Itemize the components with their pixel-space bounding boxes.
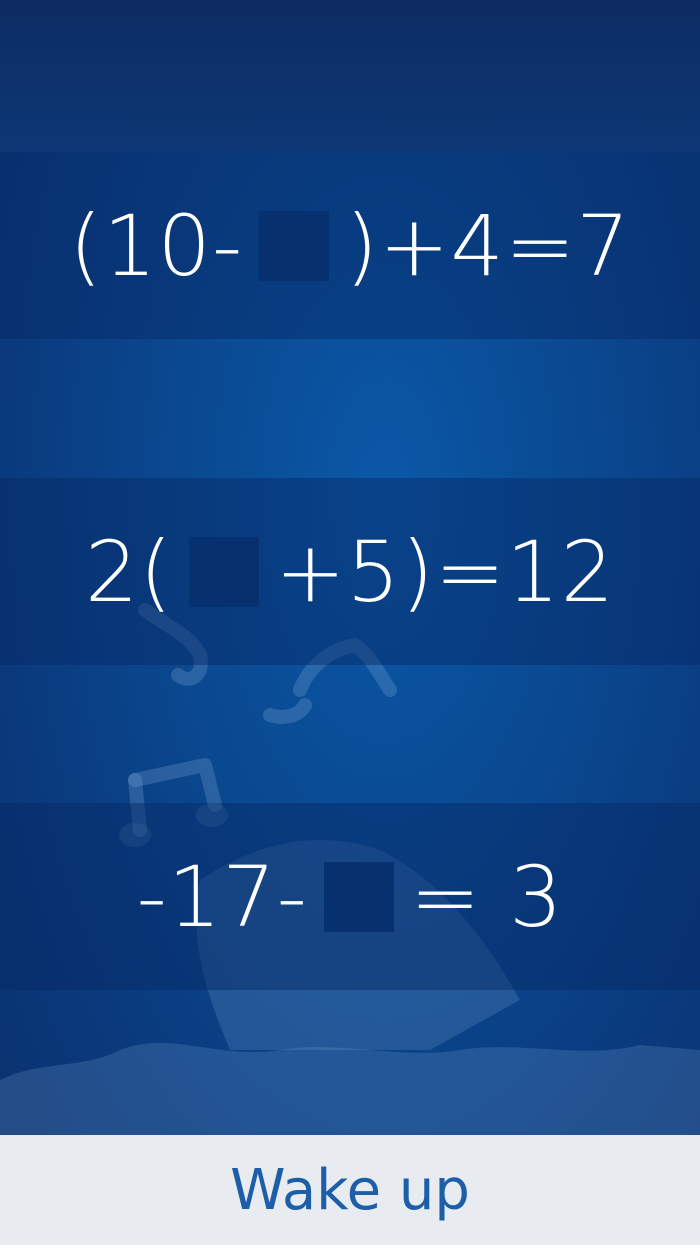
- equation-1-answer-blank[interactable]: [259, 210, 330, 281]
- equation-row-3: -17- = 3: [0, 803, 700, 990]
- alarm-screen: (10- )+4=7 2( +5)=12 -17- = 3 Wake up: [0, 0, 700, 1245]
- equation-3-before: -17-: [136, 847, 308, 946]
- footer-bar: Wake up: [0, 1135, 700, 1245]
- top-strip: [0, 0, 700, 152]
- equation-1-before: (10-: [69, 196, 244, 295]
- equation-3-answer-blank[interactable]: [323, 861, 394, 932]
- equation-3: -17- = 3: [136, 848, 563, 946]
- equation-row-2: 2( +5)=12: [0, 478, 700, 665]
- equation-1-after: )+4=7: [345, 196, 631, 295]
- equation-2-after: +5)=12: [275, 522, 616, 621]
- equation-row-1: (10- )+4=7: [0, 152, 700, 339]
- equation-2-answer-blank[interactable]: [189, 536, 260, 607]
- equation-2: 2( +5)=12: [85, 523, 615, 621]
- equation-3-after: = 3: [409, 847, 564, 946]
- equation-1: (10- )+4=7: [69, 197, 630, 295]
- equation-2-before: 2(: [84, 522, 174, 621]
- wake-up-button[interactable]: Wake up: [190, 1148, 510, 1233]
